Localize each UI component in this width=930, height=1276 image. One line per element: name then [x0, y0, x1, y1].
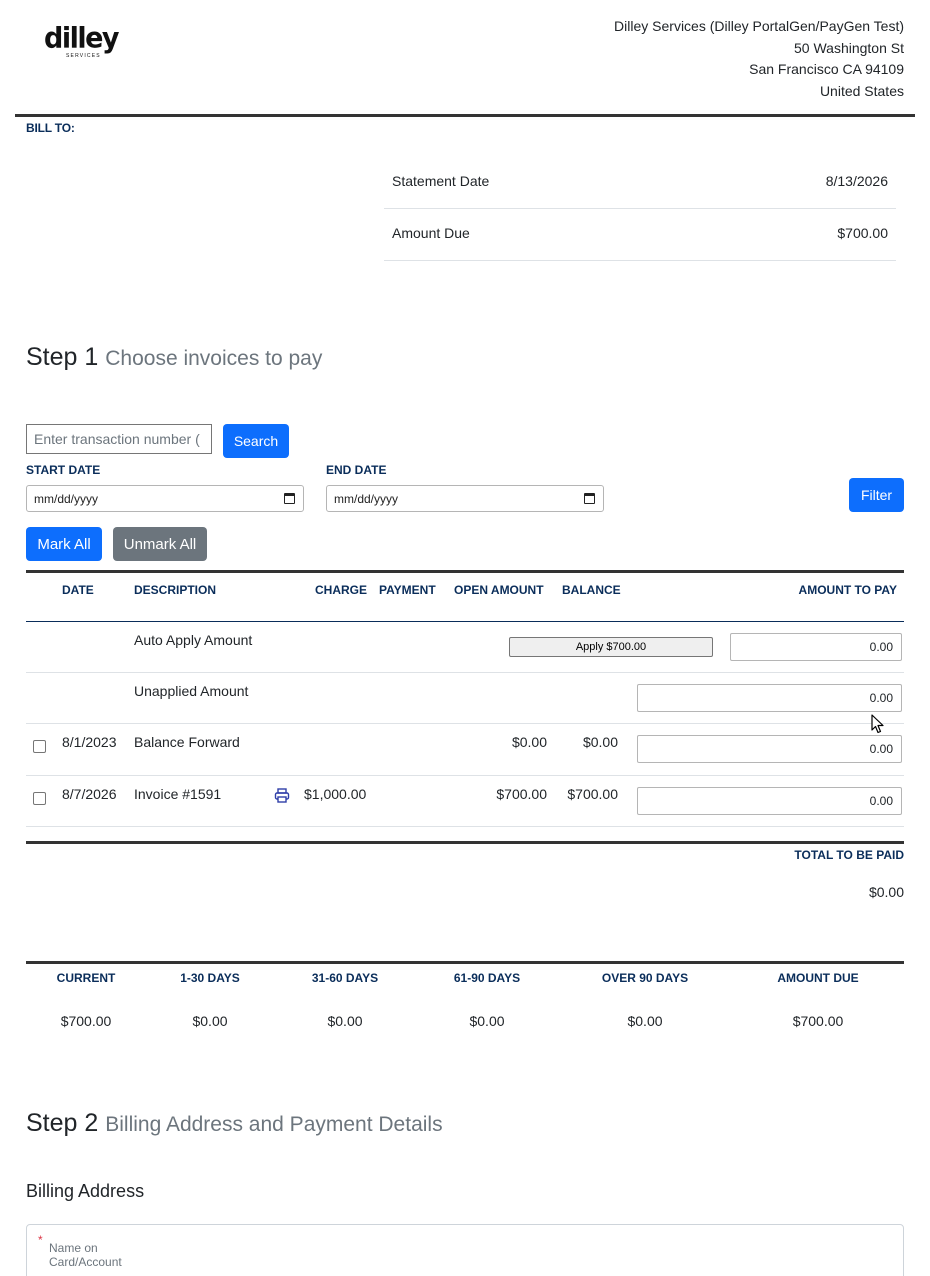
- statement-date-label: Statement Date: [392, 173, 490, 189]
- row-open-amount: $700.00: [496, 786, 547, 802]
- col-balance: BALANCE: [562, 583, 621, 597]
- aging-31-60-value: $0.00: [327, 1013, 363, 1029]
- company-country: United States: [819, 82, 904, 99]
- company-name: Dilley Services (Dilley PortalGen/PayGen…: [614, 18, 904, 34]
- step1-number: Step 1: [26, 343, 99, 371]
- aging-1-30-value: $0.00: [192, 1013, 228, 1029]
- row-open-amount: $0.00: [511, 734, 547, 750]
- aging-1-30-label: 1-30 DAYS: [180, 971, 240, 985]
- total-label: TOTAL TO BE PAID: [794, 848, 904, 862]
- total-value: $0.00: [868, 884, 904, 900]
- col-charge: CHARGE: [315, 583, 368, 597]
- step2-heading: Step 2 Billing Address and Payment Detai…: [26, 1109, 443, 1138]
- start-date-label: START DATE: [26, 463, 101, 477]
- step2-number: Step 2: [26, 1109, 99, 1137]
- company-street: 50 Washington St: [794, 39, 904, 56]
- auto-apply-label: Auto Apply Amount: [134, 632, 253, 648]
- mark-all-button[interactable]: Mark All: [26, 527, 102, 561]
- step2-title: Billing Address and Payment Details: [105, 1113, 443, 1136]
- step1-title: Choose invoices to pay: [105, 347, 323, 370]
- row-description: Invoice #1591: [134, 786, 222, 802]
- mouse-cursor-icon: [871, 714, 884, 734]
- row-description: Balance Forward: [134, 734, 240, 750]
- aging-31-60-label: 31-60 DAYS: [311, 971, 379, 985]
- unapplied-input[interactable]: 0.00: [637, 684, 902, 712]
- aging-over-90-label: OVER 90 DAYS: [601, 971, 689, 985]
- row-checkbox[interactable]: [33, 792, 46, 805]
- total-rule: [26, 841, 904, 844]
- calendar-icon[interactable]: [584, 493, 595, 504]
- row-checkbox[interactable]: [33, 740, 46, 753]
- print-icon[interactable]: [274, 788, 290, 803]
- aging-current-label: CURRENT: [56, 971, 116, 985]
- company-city: San Francisco CA 94109: [749, 61, 904, 78]
- aging-rule: [26, 961, 904, 964]
- amount-due-row: Amount Due $700.00: [384, 209, 896, 261]
- name-on-card-label: Name on Card/Account *: [38, 1233, 122, 1269]
- row-date: 8/7/2026: [62, 786, 117, 802]
- aging-current-value: $700.00: [60, 1013, 112, 1029]
- transaction-search-input[interactable]: Enter transaction number (: [26, 424, 212, 454]
- col-date: DATE: [62, 583, 94, 597]
- aging-61-90-value: $0.00: [469, 1013, 505, 1029]
- statement-date-row: Statement Date 8/13/2026: [384, 157, 896, 209]
- end-date-label: END DATE: [326, 463, 387, 477]
- col-description: DESCRIPTION: [134, 583, 217, 597]
- logo-text: dilley: [44, 22, 120, 55]
- row-divider: [26, 775, 904, 776]
- unapplied-label: Unapplied Amount: [134, 683, 249, 699]
- col-amount-to-pay: AMOUNT TO PAY: [798, 583, 897, 597]
- row-divider: [26, 826, 904, 827]
- row-date: 8/1/2023: [62, 734, 117, 750]
- company-address: Dilley Services (Dilley PortalGen/PayGen…: [614, 16, 904, 102]
- col-payment: PAYMENT: [379, 583, 436, 597]
- aging-61-90-label: 61-90 DAYS: [453, 971, 521, 985]
- apply-button[interactable]: Apply $700.00: [509, 637, 713, 657]
- auto-apply-input[interactable]: 0.00: [730, 633, 902, 661]
- step1-heading: Step 1 Choose invoices to pay: [26, 343, 322, 372]
- start-date-input[interactable]: mm/dd/yyyy: [26, 485, 304, 512]
- end-date-input[interactable]: mm/dd/yyyy: [326, 485, 604, 512]
- row-balance: $700.00: [567, 786, 618, 802]
- search-button[interactable]: Search: [223, 424, 289, 458]
- aging-over-90-value: $0.00: [627, 1013, 663, 1029]
- unmark-all-button[interactable]: Unmark All: [113, 527, 207, 561]
- amount-due-label: Amount Due: [392, 225, 470, 241]
- col-open-amount: OPEN AMOUNT: [454, 583, 544, 597]
- filter-button[interactable]: Filter: [849, 478, 904, 512]
- billing-address-heading: Billing Address: [26, 1181, 145, 1201]
- amount-due-value: $700.00: [837, 225, 888, 241]
- name-on-card-field[interactable]: Name on Card/Account *: [26, 1224, 904, 1276]
- dilley-logo: dilley SERVICES: [44, 22, 134, 60]
- row-amount-to-pay-input[interactable]: 0.00: [637, 735, 902, 763]
- aging-amount-due-label: AMOUNT DUE: [777, 971, 859, 985]
- calendar-icon[interactable]: [284, 493, 295, 504]
- table-header-rule: [26, 621, 904, 622]
- end-date-placeholder: mm/dd/yyyy: [334, 491, 399, 506]
- statement-date-value: 8/13/2026: [825, 173, 888, 189]
- required-marker: *: [38, 1233, 43, 1247]
- row-divider: [26, 672, 904, 673]
- header-divider: [15, 114, 915, 117]
- bill-to-label: BILL TO:: [26, 121, 75, 135]
- row-balance: $0.00: [582, 734, 618, 750]
- aging-amount-due-value: $700.00: [792, 1013, 844, 1029]
- statement-divider: [384, 208, 896, 209]
- row-divider: [26, 723, 904, 724]
- start-date-placeholder: mm/dd/yyyy: [34, 491, 99, 506]
- table-top-rule: [26, 570, 904, 573]
- row-charge: $1,000.00: [304, 786, 367, 802]
- row-amount-to-pay-input[interactable]: 0.00: [637, 787, 902, 815]
